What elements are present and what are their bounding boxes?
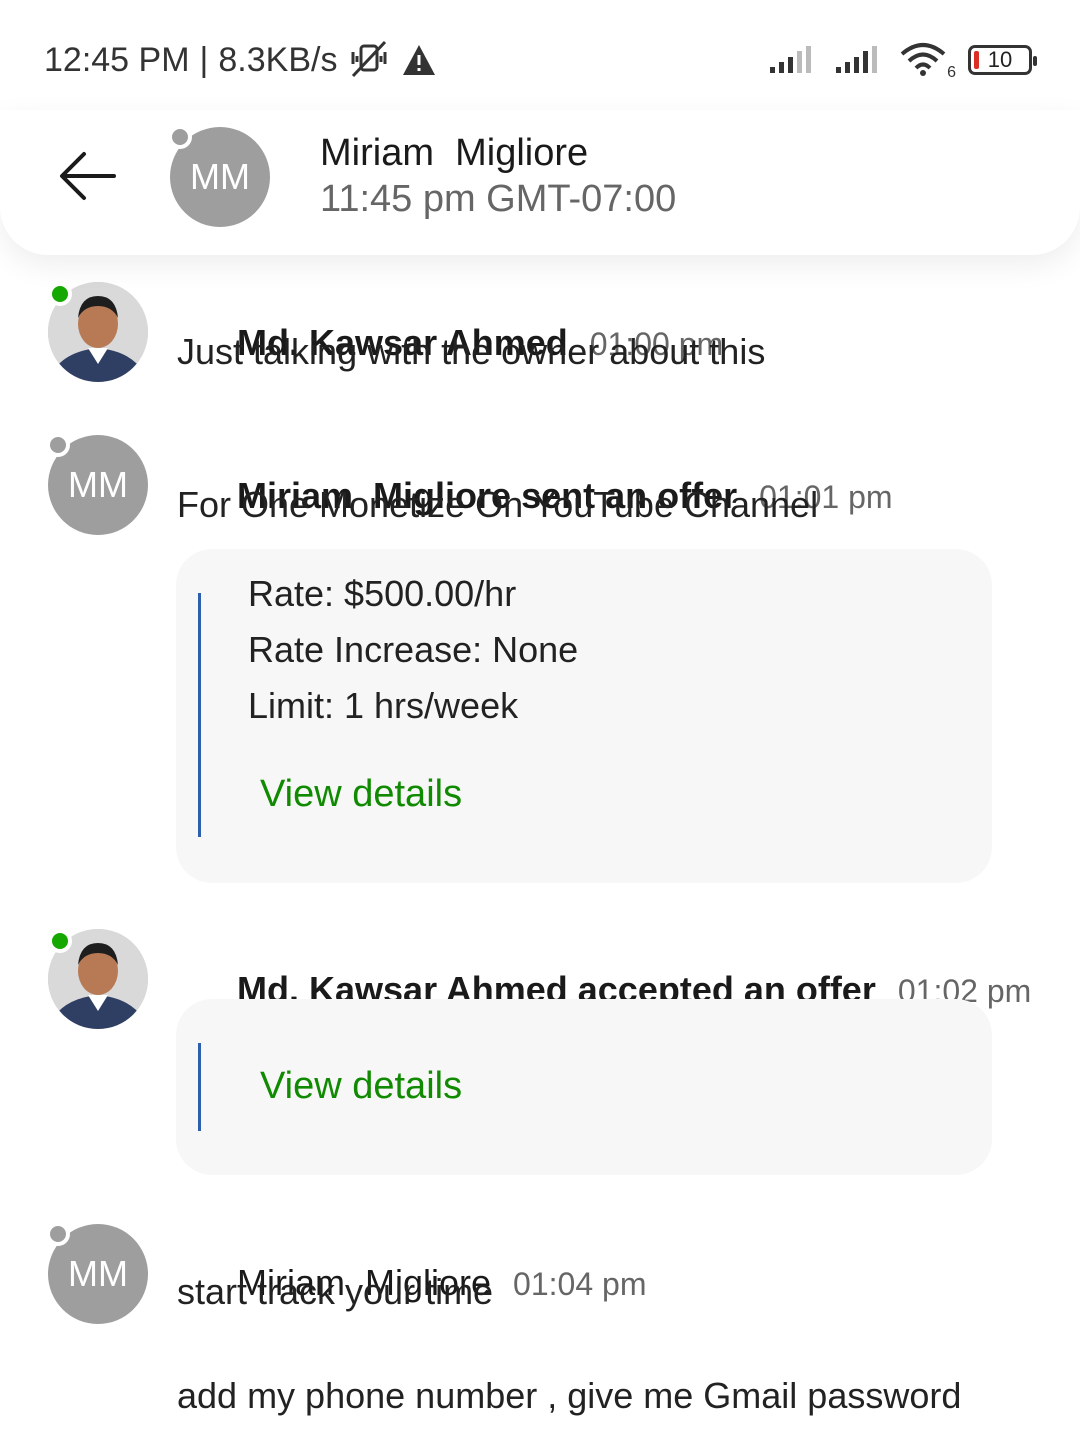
status-right: 6 10 xyxy=(768,42,1037,81)
message-text: For One Monetize On YouTube Channel xyxy=(177,484,819,525)
offer-rate: Rate: $500.00/hr xyxy=(248,573,517,614)
offer-limit: Limit: 1 hrs/week xyxy=(248,685,519,726)
presence-indicator xyxy=(168,125,192,149)
battery-level: 10 xyxy=(987,47,1013,72)
avatar[interactable]: MM xyxy=(46,1222,148,1324)
signal-icon xyxy=(836,46,877,73)
contact-name[interactable]: Miriam Migliore xyxy=(320,132,588,175)
presence-indicator xyxy=(46,433,70,457)
status-bar: 12:45 PM | 8.3KB/s 6 10 xyxy=(0,0,1080,120)
avatar[interactable] xyxy=(48,929,148,1029)
avatar[interactable] xyxy=(48,282,148,382)
avatar-initials: MM xyxy=(68,1253,128,1294)
presence-indicator xyxy=(46,1222,70,1246)
view-details-link[interactable]: View details xyxy=(260,1065,462,1108)
card-accent-bar xyxy=(198,593,201,837)
offer-card: Rate: $500.00/hr Rate Increase: None Lim… xyxy=(176,549,992,883)
avatar-initials: MM xyxy=(190,156,250,197)
signal-icon xyxy=(770,46,811,73)
message-time: 01:04 pm xyxy=(513,1266,647,1302)
message-text: start track your time xyxy=(177,1271,494,1312)
message-text: Just talking with the owner about this xyxy=(177,331,766,372)
status-separator: | xyxy=(199,40,209,79)
wifi-icon: 6 xyxy=(900,42,956,81)
status-time: 12:45 PM xyxy=(44,40,190,79)
view-details-link[interactable]: View details xyxy=(260,773,462,816)
network-speed: 8.3KB/s xyxy=(218,40,338,79)
presence-indicator xyxy=(48,282,72,306)
message-text: add my phone number , give me Gmail pass… xyxy=(177,1375,962,1416)
presence-indicator xyxy=(48,929,72,953)
arrow-left-icon[interactable] xyxy=(56,148,120,204)
offer-card: View details xyxy=(176,999,992,1175)
battery-level-fill xyxy=(974,51,979,69)
contact-local-time: 11:45 pm GMT-07:00 xyxy=(320,178,677,220)
avatar[interactable]: MM xyxy=(46,433,148,535)
card-accent-bar xyxy=(198,1043,201,1131)
avatar[interactable]: MM xyxy=(168,125,270,227)
offer-rate-increase: Rate Increase: None xyxy=(248,629,579,670)
avatar-initials: MM xyxy=(68,464,128,505)
status-left: 12:45 PM | 8.3KB/s xyxy=(44,40,437,80)
mute-vibrate-icon xyxy=(351,40,387,78)
battery-icon: 10 xyxy=(968,45,1037,75)
alert-icon xyxy=(403,45,436,75)
chat-header: MM Miriam Migliore 11:45 pm GMT-07:00 xyxy=(0,110,1080,255)
wifi-label: 6 xyxy=(947,64,956,81)
